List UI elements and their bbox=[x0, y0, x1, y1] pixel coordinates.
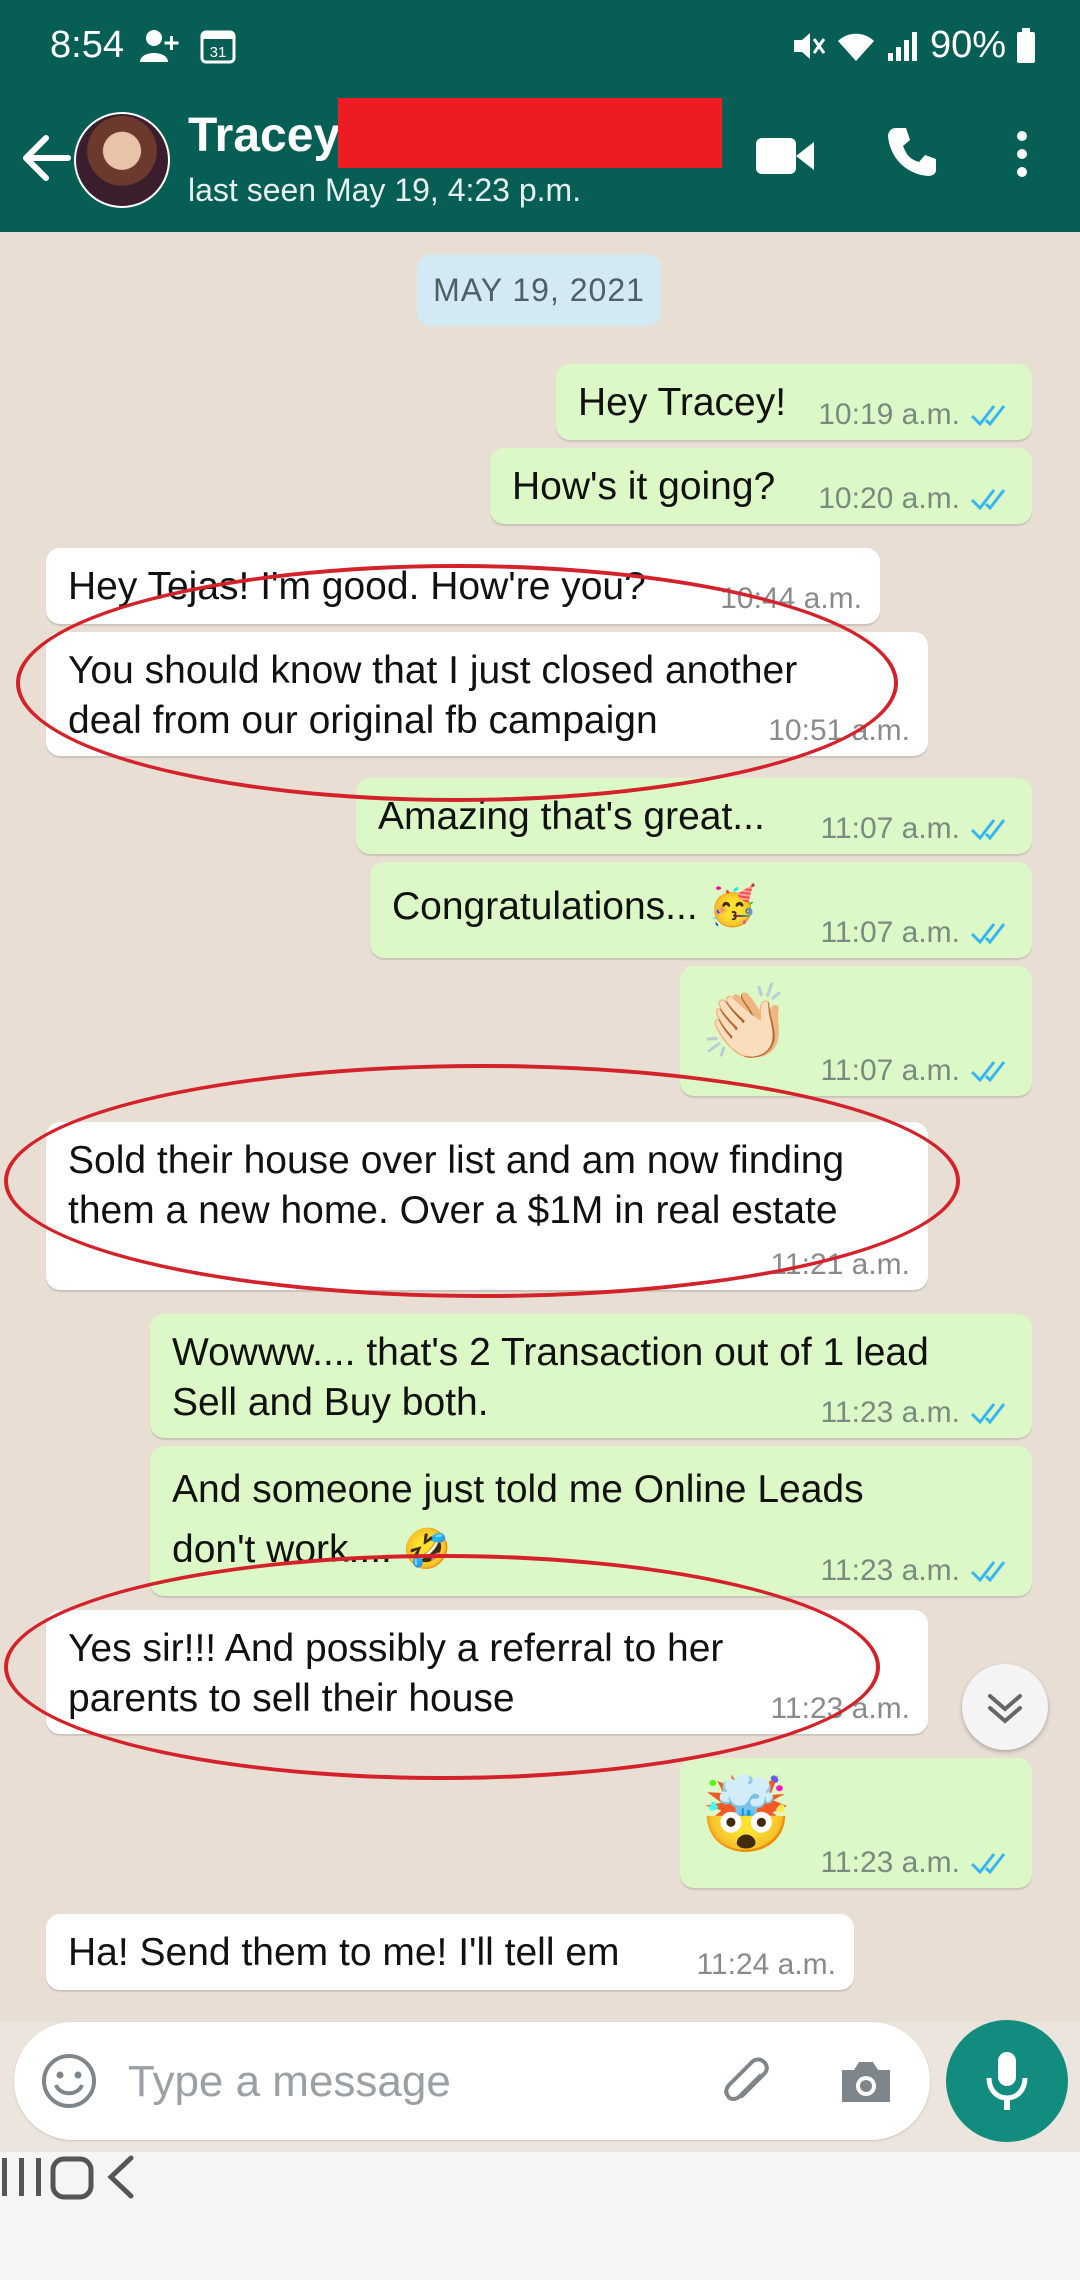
contact-avatar[interactable] bbox=[74, 112, 170, 208]
message-bubble-outgoing[interactable]: How's it going? 10:20 a.m. bbox=[490, 448, 1032, 524]
signal-icon bbox=[887, 31, 917, 61]
read-ticks-icon bbox=[970, 1853, 1006, 1875]
read-ticks-icon bbox=[970, 1061, 1006, 1083]
mute-icon bbox=[793, 32, 826, 59]
message-text: Sell and Buy both. bbox=[172, 1381, 489, 1424]
message-time: 11:24 a.m. bbox=[696, 1948, 836, 1981]
battery-icon bbox=[1017, 27, 1035, 63]
home-icon[interactable] bbox=[48, 2152, 96, 2202]
scroll-down-icon bbox=[988, 1694, 1022, 1724]
svg-text:31: 31 bbox=[210, 44, 227, 61]
read-ticks-icon bbox=[970, 923, 1006, 945]
message-input[interactable] bbox=[126, 2048, 690, 2116]
message-text: Amazing that's great... bbox=[378, 795, 765, 838]
message-bubble-outgoing[interactable]: 👏🏻 11:07 a.m. bbox=[680, 966, 1032, 1096]
message-text: Hey Tejas! I'm good. How're you? bbox=[68, 565, 646, 608]
message-bubble-incoming[interactable]: Hey Tejas! I'm good. How're you? 10:44 a… bbox=[46, 548, 880, 624]
message-time: 11:07 a.m. bbox=[820, 1054, 960, 1087]
calendar-notification-icon: 31 bbox=[200, 30, 236, 64]
attach-icon[interactable] bbox=[720, 2056, 776, 2112]
message-bubble-outgoing[interactable]: Hey Tracey! 10:19 a.m. bbox=[556, 364, 1032, 440]
message-bubble-outgoing[interactable]: Wowww.... that's 2 Transaction out of 1 … bbox=[150, 1314, 1032, 1438]
read-ticks-icon bbox=[970, 819, 1006, 841]
message-bubble-outgoing[interactable]: Congratulations... 🥳 11:07 a.m. bbox=[370, 862, 1032, 958]
voice-call-icon[interactable] bbox=[886, 126, 938, 178]
message-time: 11:23 a.m. bbox=[820, 1396, 960, 1429]
message-time: 10:44 a.m. bbox=[720, 582, 862, 615]
message-time: 10:20 a.m. bbox=[818, 482, 960, 515]
message-text: Hey Tracey! bbox=[578, 381, 787, 424]
contact-add-notification-icon bbox=[140, 30, 179, 62]
read-ticks-icon bbox=[970, 1561, 1006, 1583]
wifi-icon bbox=[837, 33, 874, 61]
status-left-icons: 31 bbox=[140, 28, 236, 64]
message-bubble-outgoing[interactable]: 🤯 11:23 a.m. bbox=[680, 1758, 1032, 1888]
message-time: 11:21 a.m. bbox=[770, 1248, 910, 1281]
message-time: 11:23 a.m. bbox=[820, 1846, 960, 1879]
voice-record-button[interactable] bbox=[946, 2020, 1068, 2142]
read-ticks-icon bbox=[970, 405, 1006, 427]
message-time: 10:19 a.m. bbox=[818, 398, 960, 431]
more-options-icon[interactable] bbox=[1010, 130, 1034, 178]
message-time: 11:07 a.m. bbox=[820, 812, 960, 845]
last-seen-status: last seen May 19, 4:23 p.m. bbox=[188, 172, 582, 208]
message-text: You should know that I just closed anoth… bbox=[68, 649, 798, 692]
message-text: Sold their house over list and am now fi… bbox=[68, 1139, 845, 1182]
message-emoji: 🤯 bbox=[700, 1773, 793, 1856]
message-bubble-incoming[interactable]: You should know that I just closed anoth… bbox=[46, 632, 928, 756]
message-text: Ha! Send them to me! I'll tell em bbox=[68, 1931, 620, 1974]
system-navigation-bar bbox=[0, 2152, 1080, 2280]
video-call-icon[interactable] bbox=[756, 136, 814, 176]
message-bubble-outgoing[interactable]: And someone just told me Online Leads don… bbox=[150, 1446, 1032, 1596]
message-time: 11:23 a.m. bbox=[820, 1554, 960, 1587]
status-time: 8:54 bbox=[50, 24, 124, 66]
battery-level: 90% bbox=[929, 24, 1006, 66]
message-bubble-incoming[interactable]: Yes sir!!! And possibly a referral to he… bbox=[46, 1610, 928, 1734]
message-text: Yes sir!!! And possibly a referral to he… bbox=[68, 1627, 724, 1670]
status-right-icons: 90% bbox=[790, 24, 1036, 67]
message-text: And someone just told me Online Leads bbox=[172, 1468, 864, 1511]
message-bubble-outgoing[interactable]: Amazing that's great... 11:07 a.m. bbox=[356, 778, 1032, 854]
message-bubble-incoming[interactable]: Sold their house over list and am now fi… bbox=[46, 1122, 928, 1290]
message-text: parents to sell their house bbox=[68, 1677, 515, 1720]
emoji-icon[interactable] bbox=[40, 2052, 98, 2110]
mic-icon bbox=[986, 2052, 1028, 2110]
status-bar: 8:54 31 90% bbox=[0, 0, 1080, 86]
message-composer bbox=[14, 2022, 930, 2140]
message-text: Congratulations... 🥳 bbox=[392, 885, 758, 928]
chat-header: Tracey last seen May 19, 4:23 p.m. bbox=[0, 86, 1080, 232]
camera-icon[interactable] bbox=[838, 2058, 894, 2106]
message-text: deal from our original fb campaign bbox=[68, 699, 658, 742]
scroll-to-bottom-button[interactable] bbox=[962, 1664, 1048, 1750]
message-time: 11:23 a.m. bbox=[770, 1692, 910, 1725]
message-text: don't work.... 🤣 bbox=[172, 1528, 452, 1571]
redacted-surname bbox=[338, 98, 722, 168]
message-time: 10:51 a.m. bbox=[768, 714, 910, 747]
message-bubble-incoming[interactable]: Ha! Send them to me! I'll tell em 11:24 … bbox=[46, 1914, 854, 1990]
back-nav-icon[interactable] bbox=[101, 2152, 141, 2202]
date-divider: MAY 19, 2021 bbox=[417, 254, 661, 326]
message-text: Wowww.... that's 2 Transaction out of 1 … bbox=[172, 1331, 929, 1374]
back-arrow-icon[interactable] bbox=[18, 126, 74, 190]
message-time: 11:07 a.m. bbox=[820, 916, 960, 949]
message-text: How's it going? bbox=[512, 465, 776, 508]
recent-apps-icon[interactable] bbox=[0, 2152, 44, 2202]
contact-name[interactable]: Tracey bbox=[188, 108, 340, 163]
message-emoji: 👏🏻 bbox=[700, 981, 793, 1064]
message-text: them a new home. Over a $1M in real esta… bbox=[68, 1189, 838, 1232]
read-ticks-icon bbox=[970, 489, 1006, 511]
message-list[interactable]: MAY 19, 2021 Hey Tracey! 10:19 a.m. How'… bbox=[0, 232, 1080, 2022]
read-ticks-icon bbox=[970, 1403, 1006, 1425]
